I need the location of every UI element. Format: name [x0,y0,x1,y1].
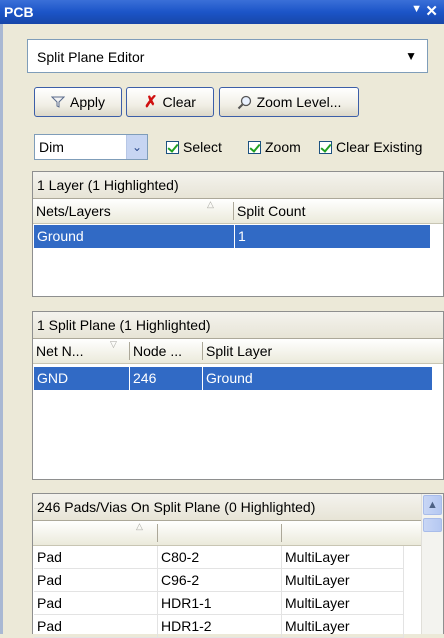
zoom-level-button-label: Zoom Level... [256,94,342,110]
clear-filter-icon: ✗ [144,94,158,111]
pads-vias-table-header: △ [33,521,422,546]
pad-designator-cell: HDR1-2 [158,615,282,638]
mask-mode-value: Dim [39,139,64,155]
apply-button[interactable]: Apply [34,87,122,117]
pad-designator-cell: HDR1-1 [158,592,282,615]
pad-layer-cell: MultiLayer [282,592,404,615]
column-header-split-layer[interactable]: Split Layer [203,339,433,363]
zoom-level-button[interactable]: Zoom Level... [219,87,359,117]
column-header-layer[interactable] [282,521,402,545]
table-row[interactable]: Pad C96-2 MultiLayer [34,569,404,592]
clear-button[interactable]: ✗ Clear [126,87,214,117]
scrollbar-thumb[interactable] [423,518,442,532]
column-header-node-count[interactable]: Node ... [130,339,202,363]
clear-button-label: Clear [162,94,196,110]
mask-mode-select[interactable]: Dim ⌄ [34,134,148,160]
chevron-down-icon[interactable]: ⌄ [126,135,147,159]
dropdown-arrow-icon[interactable]: ▼ [405,49,417,63]
panel-border [0,24,3,634]
editor-select-value: Split Plane Editor [37,49,145,65]
pad-type-cell: Pad [34,592,158,615]
table-row[interactable]: Pad HDR1-1 MultiLayer [34,592,404,615]
scroll-up-icon[interactable]: ▲ [423,495,442,515]
clear-existing-checkbox-label: Clear Existing [336,139,423,155]
pad-layer-cell: MultiLayer [282,546,404,569]
column-header-nets-layers[interactable]: Nets/Layers [33,199,233,223]
split-count-cell: 1 [238,228,246,244]
layer-name-cell: Ground [37,228,84,244]
table-row[interactable]: Pad HDR1-2 MultiLayer [34,615,404,638]
table-row[interactable]: GND 246 Ground [34,367,432,390]
column-header-split-count[interactable]: Split Count [234,199,434,223]
clear-existing-checkbox-box[interactable] [319,140,332,154]
zoom-checkbox-label: Zoom [265,139,301,155]
layers-group: 1 Layer (1 Highlighted) Nets/Layers △ Sp… [32,171,444,297]
close-icon[interactable]: ✕ [425,2,438,20]
clear-existing-checkbox[interactable]: Clear Existing [319,139,422,155]
layers-group-title: 1 Layer (1 Highlighted) [33,172,443,199]
table-row[interactable]: Pad C80-2 MultiLayer [34,546,404,569]
select-checkbox-label: Select [183,139,222,155]
pads-vias-group: 246 Pads/Vias On Split Plane (0 Highligh… [32,493,444,638]
pad-layer-cell: MultiLayer [282,615,404,638]
pad-designator-cell: C80-2 [158,546,282,569]
panel-title: PCB [4,4,34,20]
editor-select[interactable]: Split Plane Editor ▼ [27,39,428,73]
vertical-scrollbar[interactable]: ▲ [421,494,443,634]
pads-vias-group-title: 246 Pads/Vias On Split Plane (0 Highligh… [33,494,423,521]
node-count-cell: 246 [133,370,157,386]
pad-type-cell: Pad [34,569,158,592]
panel-menu-arrow-icon[interactable]: ▼ [411,3,422,15]
sort-arrow-icon: ▽ [110,339,117,349]
layers-table-header: Nets/Layers △ Split Count [33,199,443,224]
select-checkbox-box[interactable] [166,140,179,154]
pad-designator-cell: C96-2 [158,569,282,592]
zoom-checkbox-box[interactable] [248,140,261,154]
pad-type-cell: Pad [34,615,158,638]
sort-arrow-icon: △ [207,199,214,209]
column-header-designator[interactable] [158,521,281,545]
pad-type-cell: Pad [34,546,158,569]
split-planes-group: 1 Split Plane (1 Highlighted) Net N... ▽… [32,311,444,480]
split-layer-cell: Ground [206,370,253,386]
sort-arrow-icon: △ [136,521,143,531]
filter-icon [50,96,65,108]
pad-layer-cell: MultiLayer [282,569,404,592]
zoom-checkbox[interactable]: Zoom [248,139,301,155]
split-planes-group-title: 1 Split Plane (1 Highlighted) [33,312,443,339]
apply-button-label: Apply [69,94,106,110]
net-name-cell: GND [37,370,69,386]
table-row[interactable]: Ground 1 [34,225,430,248]
panel-title-bar: PCB ▼ ✕ [0,0,444,24]
split-planes-table-header: Net N... ▽ Node ... Split Layer [33,339,443,364]
select-checkbox[interactable]: Select [166,139,222,155]
magnifier-icon [237,95,251,109]
